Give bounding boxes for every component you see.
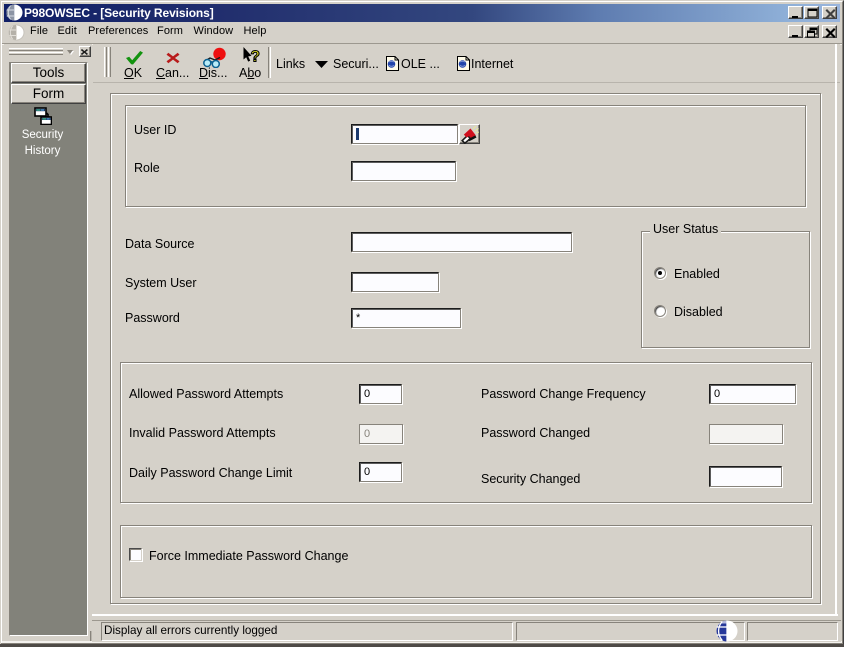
svg-text:?: ? [251, 49, 260, 66]
